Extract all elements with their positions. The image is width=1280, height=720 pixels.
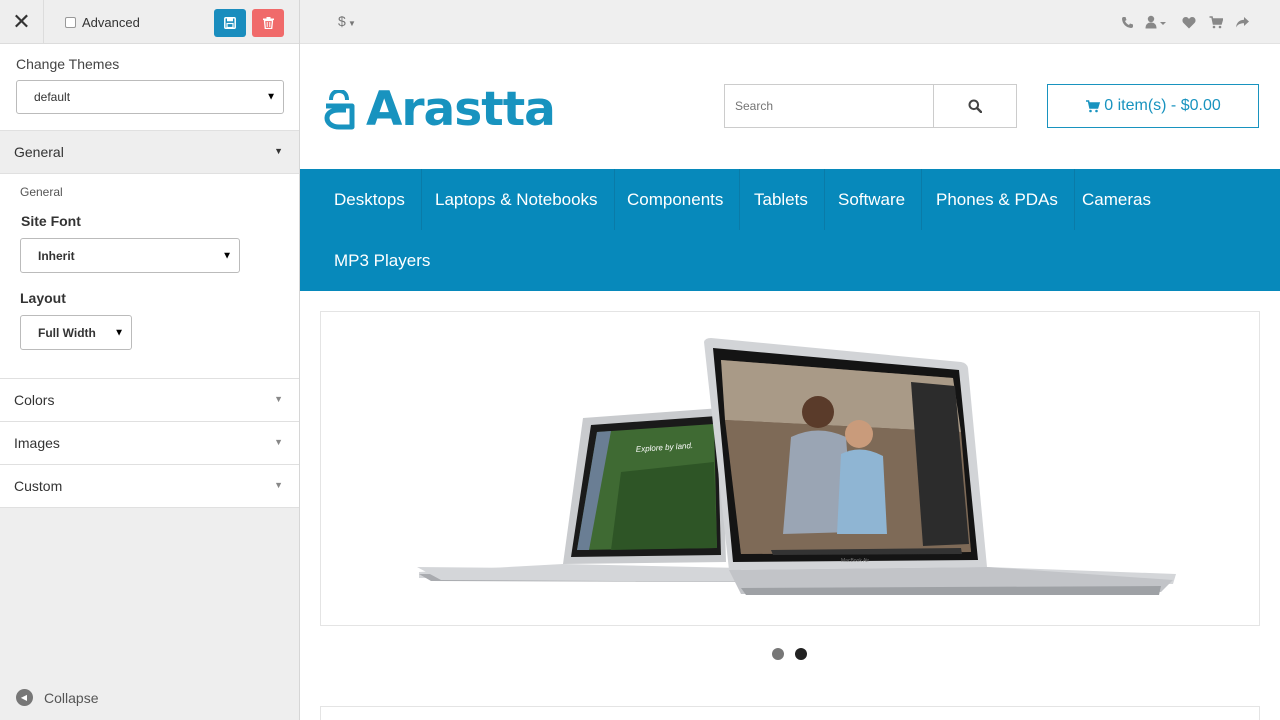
- delete-button[interactable]: [252, 9, 284, 37]
- heart-icon[interactable]: [1180, 13, 1198, 31]
- collapse-label: Collapse: [44, 689, 99, 706]
- menu-item-components[interactable]: Components: [611, 169, 741, 230]
- menu-item-mp3-players[interactable]: MP3 Players: [318, 230, 446, 291]
- panel-toolbar: ✕ Advanced: [0, 0, 299, 44]
- user-icon[interactable]: [1144, 13, 1170, 31]
- trash-icon: [262, 17, 274, 29]
- section-custom-header[interactable]: Custom ▼: [0, 465, 299, 508]
- caret-down-icon: ▼: [274, 480, 283, 490]
- caret-down-icon: ▼: [274, 146, 283, 156]
- site-font-select[interactable]: Inherit ▼: [20, 238, 240, 273]
- store-top-bar: $ ▼: [300, 0, 1280, 44]
- caret-down-icon: ▼: [274, 437, 283, 447]
- section-general-title: General: [14, 144, 64, 160]
- dropdown-arrow-icon: ▼: [222, 250, 232, 261]
- layout-label: Layout: [20, 290, 66, 306]
- menu-item-tablets[interactable]: Tablets: [738, 169, 825, 230]
- theme-select[interactable]: default ▼: [16, 80, 284, 114]
- layout-select[interactable]: Full Width ▼: [20, 315, 132, 350]
- store-logo[interactable]: Arastta: [322, 82, 556, 137]
- site-font-label: Site Font: [21, 213, 81, 229]
- search-icon: [968, 99, 982, 113]
- section-general-header[interactable]: General ▼: [0, 131, 299, 174]
- logo-text: Arastta: [366, 82, 556, 137]
- section-custom-title: Custom: [14, 478, 63, 494]
- currency-symbol: $: [338, 13, 346, 29]
- close-icon[interactable]: ✕: [0, 0, 44, 44]
- save-button[interactable]: [214, 9, 246, 37]
- change-themes-title: Change Themes: [16, 56, 120, 72]
- caret-down-icon: ▼: [345, 19, 356, 28]
- section-colors-title: Colors: [14, 392, 55, 408]
- menu-item-phones-pdas[interactable]: Phones & PDAs: [920, 169, 1075, 230]
- advanced-label: Advanced: [82, 15, 140, 30]
- laptop-small-image: Explore by land.: [419, 408, 741, 582]
- laptop-large-image: MacBook Air: [417, 338, 1176, 595]
- section-images-header[interactable]: Images ▼: [0, 422, 299, 465]
- menu-item-laptops-notebooks[interactable]: Laptops & Notebooks: [419, 169, 615, 230]
- main-menu: Desktops Laptops & Notebooks Components …: [300, 169, 1280, 291]
- checkbox-box[interactable]: [65, 17, 76, 28]
- logo-bag-icon: [324, 89, 355, 129]
- currency-dropdown[interactable]: $ ▼: [338, 13, 356, 29]
- laptop-brand-text: MacBook Air: [841, 558, 869, 564]
- collapse-button[interactable]: ◀ Collapse: [16, 689, 98, 706]
- collapse-arrow-icon: ◀: [16, 689, 33, 706]
- dropdown-arrow-icon: ▼: [114, 327, 124, 338]
- search-box: [724, 84, 1017, 128]
- menu-item-software[interactable]: Software: [822, 169, 923, 230]
- layout-value: Full Width: [38, 325, 96, 340]
- site-font-value: Inherit: [38, 248, 75, 263]
- cart-label: 0 item(s) - $0.00: [1104, 97, 1221, 114]
- dropdown-arrow-icon: ▼: [266, 91, 276, 103]
- menu-item-cameras[interactable]: Cameras: [1066, 169, 1167, 230]
- search-input[interactable]: [725, 85, 933, 127]
- slideshow-banner[interactable]: Explore by land. MacBook Air: [320, 311, 1260, 626]
- section-colors-header[interactable]: Colors ▼: [0, 379, 299, 422]
- slide-indicator-2[interactable]: [795, 648, 807, 660]
- share-icon[interactable]: [1233, 13, 1251, 31]
- floppy-disk-icon: [224, 17, 236, 29]
- advanced-checkbox[interactable]: Advanced: [65, 15, 140, 30]
- phone-icon[interactable]: [1118, 13, 1136, 31]
- general-subtitle: General: [20, 185, 63, 199]
- cart-icon: [1086, 99, 1101, 112]
- macbook-air-image: Explore by land. MacBook Air: [417, 338, 1176, 595]
- section-general-body: General Site Font Inherit ▼ Layout Full …: [0, 174, 299, 379]
- slide-indicator-1[interactable]: [772, 648, 784, 660]
- theme-customizer-panel: ✕ Advanced Change Themes default ▼ Gener…: [0, 0, 300, 720]
- cart-icon[interactable]: [1207, 13, 1225, 31]
- search-button[interactable]: [933, 85, 1016, 127]
- change-themes-section: Change Themes default ▼: [0, 44, 299, 131]
- theme-select-value: default: [34, 90, 71, 104]
- caret-down-icon: ▼: [274, 394, 283, 404]
- menu-item-desktops[interactable]: Desktops: [318, 169, 422, 230]
- cart-button[interactable]: 0 item(s) - $0.00: [1047, 84, 1259, 128]
- section-images-title: Images: [14, 435, 60, 451]
- content-box: [320, 706, 1260, 720]
